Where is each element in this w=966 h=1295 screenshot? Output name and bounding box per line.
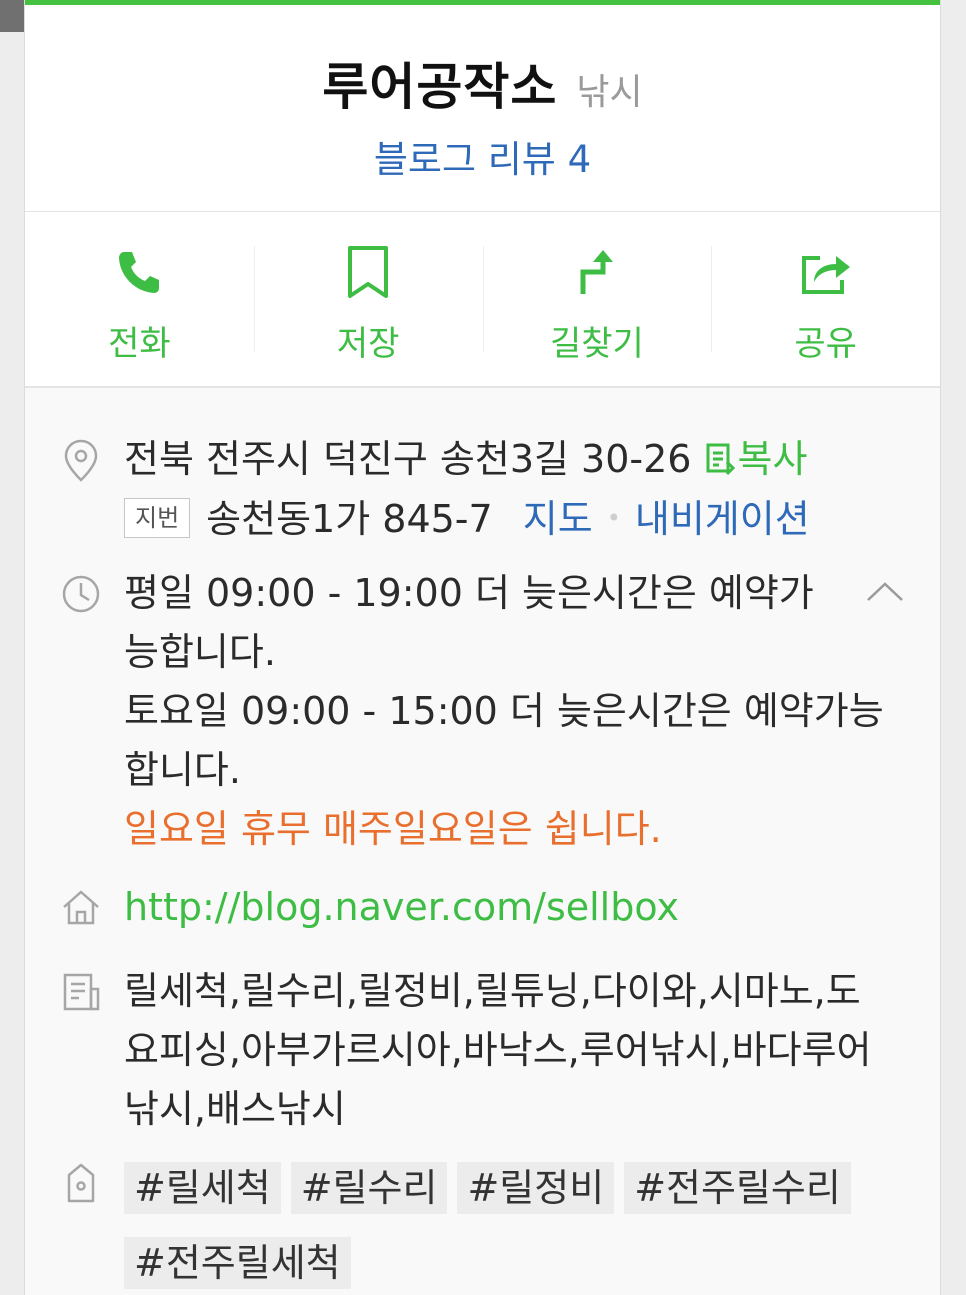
jibeon-badge: 지번 [124,498,191,538]
closed-day: 일요일 휴무 매주일요일은 쉽니다. [124,807,662,851]
call-button[interactable]: 전화 [25,212,254,386]
call-label: 전화 [108,324,171,364]
road-address: 전북 전주시 덕진구 송천3길 30-26 [124,437,692,481]
hours-line-3: 토요일 09:00 - 15:00 더 늦은시간은 예약가능 [124,689,884,733]
jibeon-address-line: 지번 송천동1가 845-7 지도 • 내비게이션 [124,489,810,549]
website-link[interactable]: http://blog.naver.com/sellbox [124,878,679,937]
tag-chip[interactable]: #릴정비 [457,1162,615,1214]
document-icon [63,973,100,1011]
share-icon [801,256,850,294]
clock-icon [62,575,100,613]
home-icon [63,890,99,925]
separator-dot: • [606,504,621,532]
place-category: 낚시 [576,72,643,113]
save-button[interactable]: 저장 [253,212,483,386]
phone-icon [119,252,160,293]
background-edge [0,0,24,32]
tag-icon [67,1163,95,1203]
hours-line-4: 합니다. [124,748,241,792]
tag-row-2: #전주릴세척 [124,1234,361,1293]
place-name: 루어공작소 [322,58,558,116]
map-link[interactable]: 지도 [523,497,593,541]
share-button[interactable]: 공유 [711,212,940,386]
road-address-line: 전북 전주시 덕진구 송천3길 30-26 복사 [124,430,807,489]
jibeon-address: 송천동1가 845-7 [206,497,493,541]
copy-address-button[interactable]: 복사 [705,437,807,481]
blog-review-link[interactable]: 블로그 리뷰 4 [374,129,591,183]
bookmark-icon [348,246,389,298]
tag-chip[interactable]: #릴세척 [124,1162,281,1214]
tag-chip[interactable]: #릴수리 [290,1162,448,1214]
tag-chip[interactable]: #전주릴세척 [124,1237,351,1289]
tag-row-1: #릴세척 #릴수리 #릴정비 #전주릴수리 [124,1159,861,1218]
action-bar: 전화 저장 길찾기 공유 [25,212,940,388]
description-line-1: 릴세척,릴수리,릴정비,릴튜닝,다이와,시마노,도 [124,969,861,1013]
description-line-2: 요피싱,아부가르시아,바낙스,루어낚시,바다루어 [124,1028,872,1072]
copy-label: 복사 [737,437,808,481]
navigation-link[interactable]: 내비게이션 [635,497,810,541]
place-header: 루어공작소 낚시 블로그 리뷰 4 [25,5,940,212]
location-pin-icon [64,439,98,482]
directions-icon [580,250,613,294]
copy-icon [706,443,736,476]
save-label: 저장 [336,324,400,364]
place-card: 루어공작소 낚시 블로그 리뷰 4 전화 저장 길찾기 공유 전북 전주시 덕진… [24,0,941,1295]
hours-line-2: 능합니다. [124,630,276,674]
chevron-up-icon[interactable] [865,578,905,604]
description-line-3: 낚시,배스낚시 [124,1087,346,1131]
directions-label: 길찾기 [549,324,644,364]
share-label: 공유 [794,324,857,364]
directions-button[interactable]: 길찾기 [482,212,712,386]
tag-chip[interactable]: #전주릴수리 [624,1162,851,1214]
hours-line-1: 평일 09:00 - 19:00 더 늦은시간은 예약가 [124,571,814,615]
